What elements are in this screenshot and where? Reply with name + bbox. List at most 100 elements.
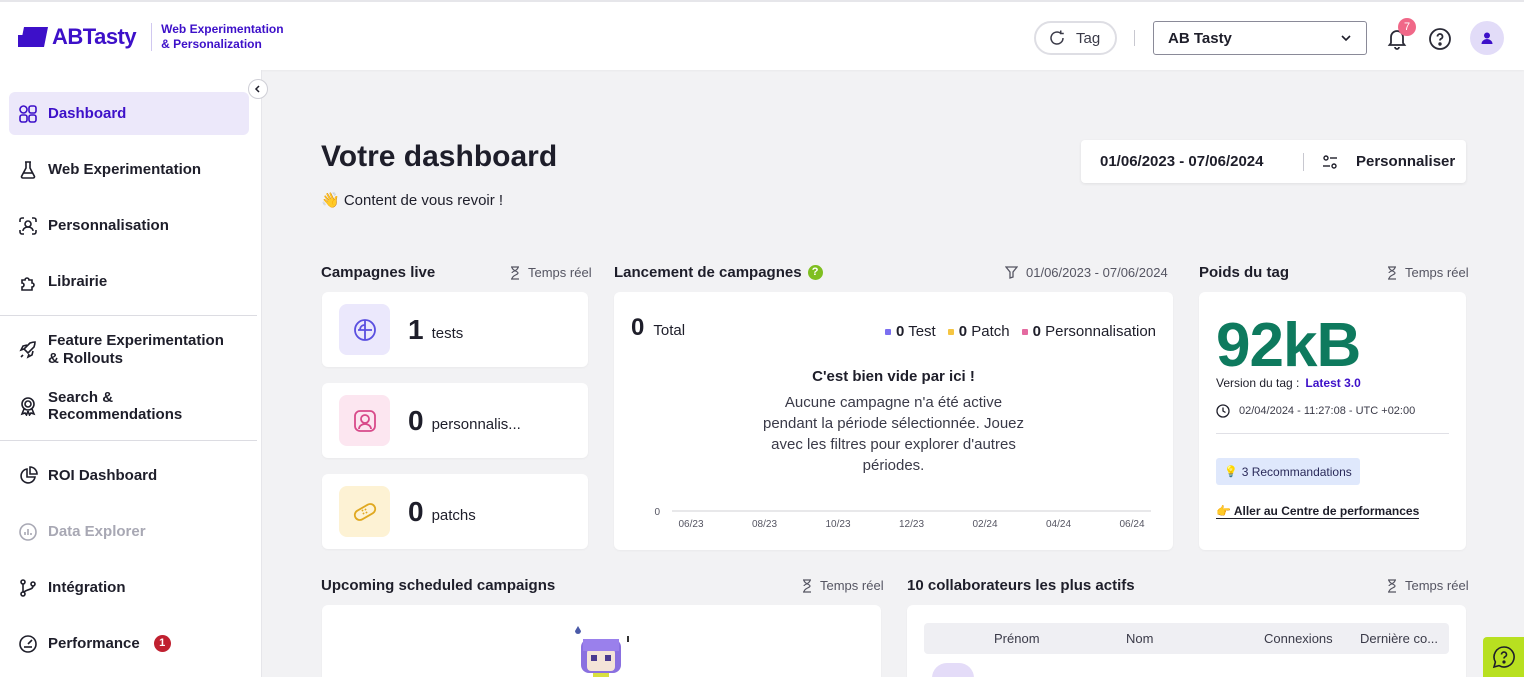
refresh-icon (1050, 30, 1064, 45)
customize-button[interactable]: Personnaliser (1304, 153, 1455, 170)
sidebar-item-data-explorer[interactable]: Data Explorer (9, 510, 249, 553)
user-avatar[interactable] (1470, 21, 1504, 55)
sidebar-item-label: ROI Dashboard (48, 467, 158, 484)
column-header[interactable]: Connexions (1264, 631, 1333, 646)
column-header[interactable]: Dernière co... (1360, 631, 1438, 646)
rocket-icon (19, 341, 36, 359)
realtime-label: Temps réel (1405, 578, 1469, 593)
recommendations-badge[interactable]: 💡 3 Recommandations (1216, 458, 1360, 485)
page-subtitle: 👋 Content de vous revoir ! (321, 192, 504, 209)
tag-weight-title: Poids du tag (1199, 264, 1289, 281)
sidebar-divider (0, 440, 257, 441)
launches-total-value: 0 (631, 314, 645, 341)
column-header[interactable]: Nom (1126, 631, 1153, 646)
hourglass-icon (511, 265, 519, 280)
hourglass-icon (803, 578, 811, 593)
page-title: Votre dashboard (321, 140, 558, 173)
hourglass-icon (1388, 578, 1396, 593)
sidebar-item-label: Search & Recommendations (48, 388, 183, 423)
realtime-label: Temps réel (820, 578, 884, 593)
live-campaigns-realtime: Temps réel (510, 265, 592, 280)
sidebar-item-label: Intégration (48, 579, 126, 596)
sidebar-collapse-button[interactable] (248, 79, 268, 99)
legend-item-patch: 0 Patch (947, 323, 1010, 340)
campaign-card-personalization[interactable]: 0 personnalis... (322, 383, 588, 458)
tag-refresh-button[interactable]: Tag (1034, 21, 1117, 55)
sidebar-item-search-recommendations[interactable]: Search & Recommendations (9, 384, 249, 427)
tag-weight-realtime: Temps réel (1387, 265, 1469, 280)
brand-sub-line2: & Personalization (161, 37, 262, 51)
live-campaigns-title: Campagnes live (321, 264, 436, 281)
launches-filter-range: 01/06/2023 - 07/06/2024 (1026, 265, 1168, 280)
sidebar-item-roi-dashboard[interactable]: ROI Dashboard (9, 454, 249, 497)
sidebar-item-integration[interactable]: Intégration (9, 566, 249, 609)
x-tick-label: 06/23 (678, 519, 703, 530)
git-branch-icon (20, 578, 36, 597)
sidebar-item-dashboard[interactable]: Dashboard (9, 92, 249, 135)
collaborators-table-header: Prénom Nom Connexions Dernière co... (924, 623, 1449, 654)
date-range-button[interactable]: 01/06/2023 - 07/06/2024 (1081, 153, 1303, 170)
sidebar-item-label: Librairie (48, 273, 108, 290)
sidebar-item-label: Feature Experimentation & Rollouts (48, 332, 224, 367)
tag-weight-value: 92kB (1216, 311, 1361, 380)
legend-item-test: 0 Test (884, 323, 936, 340)
personalization-icon (339, 395, 390, 446)
sidebar-item-librairie[interactable]: Librairie (9, 260, 249, 303)
sidebar: Dashboard Web Experimentation Personnali… (0, 70, 262, 677)
sidebar-divider (0, 315, 257, 316)
tag-date: 02/04/2024 - 11:27:08 - UTC +02:00 (1216, 404, 1415, 418)
column-header[interactable]: Prénom (994, 631, 1040, 646)
legend-dot (1021, 329, 1028, 336)
legend-value: 0 (958, 323, 968, 340)
help-icon[interactable] (1428, 27, 1452, 51)
upcoming-title: Upcoming scheduled campaigns (321, 577, 556, 594)
empty-state-text: Aucune campagne n'a été active pendant l… (762, 394, 1025, 474)
sidebar-item-web-experimentation[interactable]: Web Experimentation (9, 148, 249, 191)
award-icon (20, 396, 36, 416)
tag-date-value: 02/04/2024 - 11:27:08 - UTC +02:00 (1239, 405, 1416, 417)
brand-logo[interactable]: ABTasty Web Experimentation & Personaliz… (18, 22, 284, 52)
pixel-character-illustration (575, 626, 629, 677)
header-divider (1134, 30, 1135, 46)
account-select[interactable]: AB Tasty (1153, 21, 1367, 55)
tag-button-label: Tag (1076, 29, 1101, 47)
top-bar: ABTasty Web Experimentation & Personaliz… (0, 0, 1524, 70)
tag-weight-card: 92kB Version du tag : Latest 3.0 02/04/20… (1199, 292, 1466, 550)
pointing-hand-icon: 👉 (1216, 504, 1231, 518)
sidebar-item-label: Data Explorer (48, 523, 146, 540)
legend-value: 0 (895, 323, 905, 340)
hourglass-icon (1388, 265, 1396, 280)
campaign-count: 0 (408, 404, 424, 436)
campaign-label: tests (431, 325, 464, 342)
help-badge-icon[interactable]: ? (807, 265, 823, 280)
x-ticks: 06/23 08/23 10/23 12/23 02/24 04/24 06/24 (678, 519, 1144, 530)
sidebar-item-label: Personnalisation (48, 217, 169, 234)
launches-card: 0 Total 0 Test 0 Patch 0 Personnalisatio… (614, 292, 1173, 550)
performance-link-label: Aller au Centre de performances (1233, 504, 1420, 518)
notification-badge: 7 (1398, 18, 1416, 36)
tag-version-value: Latest 3.0 (1305, 376, 1361, 390)
campaign-card-tests[interactable]: 1 tests (322, 292, 588, 367)
ab-test-icon (339, 304, 390, 355)
sidebar-item-performance[interactable]: Performance 1 (9, 622, 249, 665)
x-tick-label: 10/23 (825, 519, 850, 530)
performance-center-link[interactable]: 👉 Aller au Centre de performances (1216, 504, 1420, 519)
empty-state-title: C'est bien vide par ici ! (812, 368, 975, 385)
sidebar-item-label: Performance (48, 635, 140, 652)
realtime-label: Temps réel (1405, 265, 1469, 280)
tag-divider (1216, 433, 1449, 434)
sidebar-item-feature-experimentation[interactable]: Feature Experimentation & Rollouts (9, 326, 249, 374)
sidebar-item-personnalisation[interactable]: Personnalisation (9, 204, 249, 247)
collaborators-card: Prénom Nom Connexions Dernière co... (907, 605, 1466, 677)
launches-filter[interactable]: 01/06/2023 - 07/06/2024 (1005, 265, 1168, 280)
legend-label: Test (908, 323, 936, 340)
campaign-card-patchs[interactable]: 0 patchs (322, 474, 588, 549)
customize-label: Personnaliser (1356, 153, 1456, 170)
campaign-label: patchs (431, 507, 476, 524)
sidebar-item-label: Web Experimentation (48, 161, 202, 178)
gauge-icon (19, 634, 37, 653)
tag-version-label: Version du tag : (1216, 376, 1300, 390)
chat-help-icon (1492, 646, 1515, 669)
x-tick-label: 12/23 (899, 519, 924, 530)
help-chat-button[interactable] (1483, 637, 1524, 677)
